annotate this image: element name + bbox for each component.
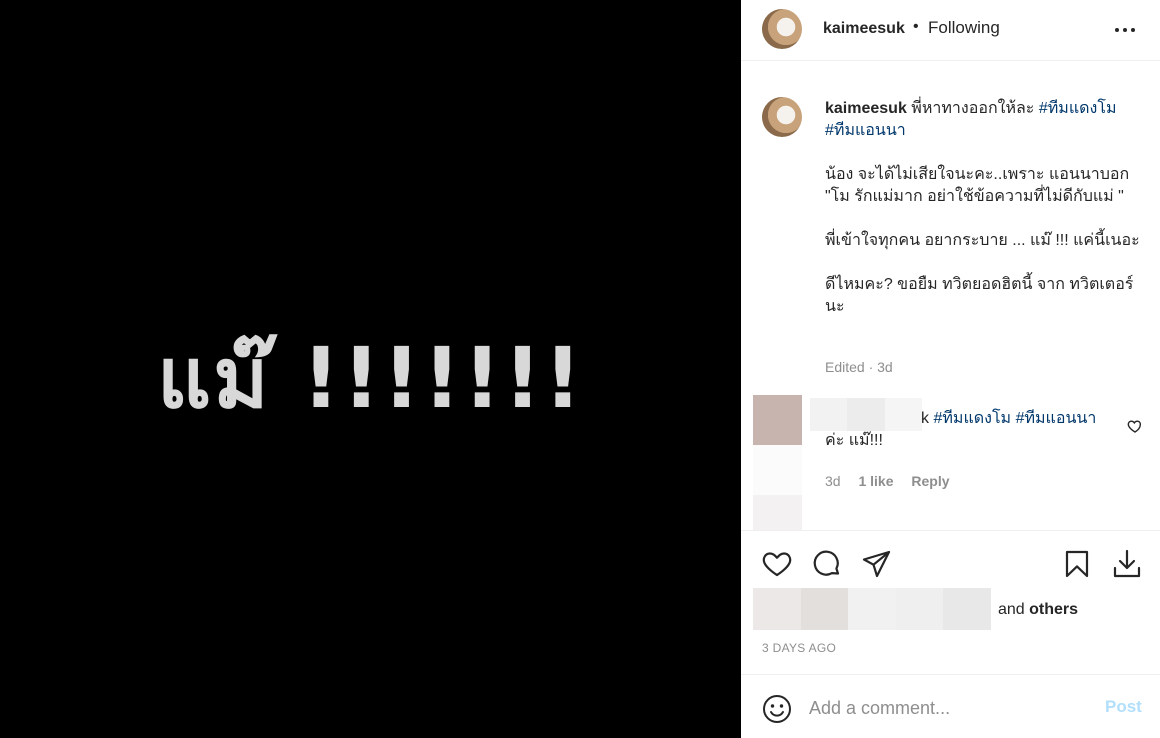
download-icon[interactable]	[1111, 548, 1143, 580]
likes-text: and others	[998, 601, 1079, 618]
caption-paragraph-2: พี่เข้าใจทุกคน อยากระบาย ... แม๊ !!! แค่…	[825, 232, 1140, 249]
post-header: kaimeesuk • Following	[741, 0, 1160, 61]
caption-hashtag-2[interactable]: #ทีมแอนนา	[825, 122, 906, 139]
comment-meta: 3d 1 like Reply	[825, 473, 964, 489]
like-heart-icon[interactable]	[761, 548, 793, 580]
redacted-username	[810, 398, 922, 431]
author-avatar[interactable]	[762, 9, 802, 49]
next-commenter-avatar[interactable]	[753, 495, 802, 530]
post-actions	[741, 530, 1160, 592]
comment-hashtag-2[interactable]: #ทีมแอนนา	[1016, 410, 1097, 427]
likes-others-link[interactable]: others	[1029, 601, 1078, 618]
add-comment-bar: Post	[741, 674, 1160, 738]
caption-meta: Edited · 3d	[825, 359, 893, 375]
caption-paragraph-3: ดีไหมคะ? ขอยืม ทวิตยอดฮิตนี้ จาก ทวิตเตอ…	[825, 276, 1134, 315]
comment-like-heart-icon[interactable]	[1127, 418, 1143, 434]
post-media: แม๊ !!!!!!!	[0, 0, 741, 738]
bookmark-icon[interactable]	[1061, 548, 1093, 580]
comments-list[interactable]: kaimeesuk พี่หาทางออกให้ละ #ทีมแดงโม #ที…	[741, 62, 1160, 530]
post-image-text: แม๊ !!!!!!!	[157, 329, 584, 427]
redacted-likers	[753, 588, 991, 630]
comment-hashtag-1[interactable]: #ทีมแดงโม	[933, 410, 1011, 427]
avatar-placeholder	[753, 445, 802, 495]
separator-dot: •	[913, 18, 919, 35]
follow-status-button[interactable]: Following	[928, 18, 1000, 38]
caption-avatar[interactable]	[762, 97, 802, 137]
comment-reply-button[interactable]: Reply	[911, 473, 949, 489]
caption-hashtag-1[interactable]: #ทีมแดงโม	[1039, 100, 1117, 117]
author-username[interactable]: kaimeesuk	[823, 20, 905, 38]
caption-username[interactable]: kaimeesuk	[825, 100, 907, 117]
share-paper-plane-icon[interactable]	[861, 548, 893, 580]
emoji-icon[interactable]	[762, 694, 792, 724]
caption-paragraph-1: น้อง จะได้ไม่เสียใจนะคะ..เพราะ แอนนาบอก …	[825, 166, 1130, 205]
post-comment-button[interactable]: Post	[1105, 697, 1142, 717]
comment-input[interactable]	[809, 693, 1089, 723]
comment-body: ค่ะ แม๊!!!	[825, 432, 883, 449]
comment-likes[interactable]: 1 like	[858, 473, 893, 489]
comment-username-fragment[interactable]: k	[921, 410, 929, 427]
post-timestamp: 3 DAYS AGO	[762, 641, 837, 655]
likes-summary[interactable]: and others	[753, 588, 1153, 630]
comment-bubble-icon[interactable]	[811, 548, 843, 580]
post-side-panel: kaimeesuk • Following kaimeesuk พี่หาทาง…	[741, 0, 1160, 738]
more-options-icon[interactable]	[1113, 22, 1137, 38]
caption-text: kaimeesuk พี่หาทางออกให้ละ #ทีมแดงโม #ที…	[825, 98, 1145, 318]
commenter-avatar[interactable]	[753, 395, 802, 445]
caption-line1: พี่หาทางออกให้ละ	[911, 100, 1035, 117]
comment-time: 3d	[825, 473, 841, 489]
